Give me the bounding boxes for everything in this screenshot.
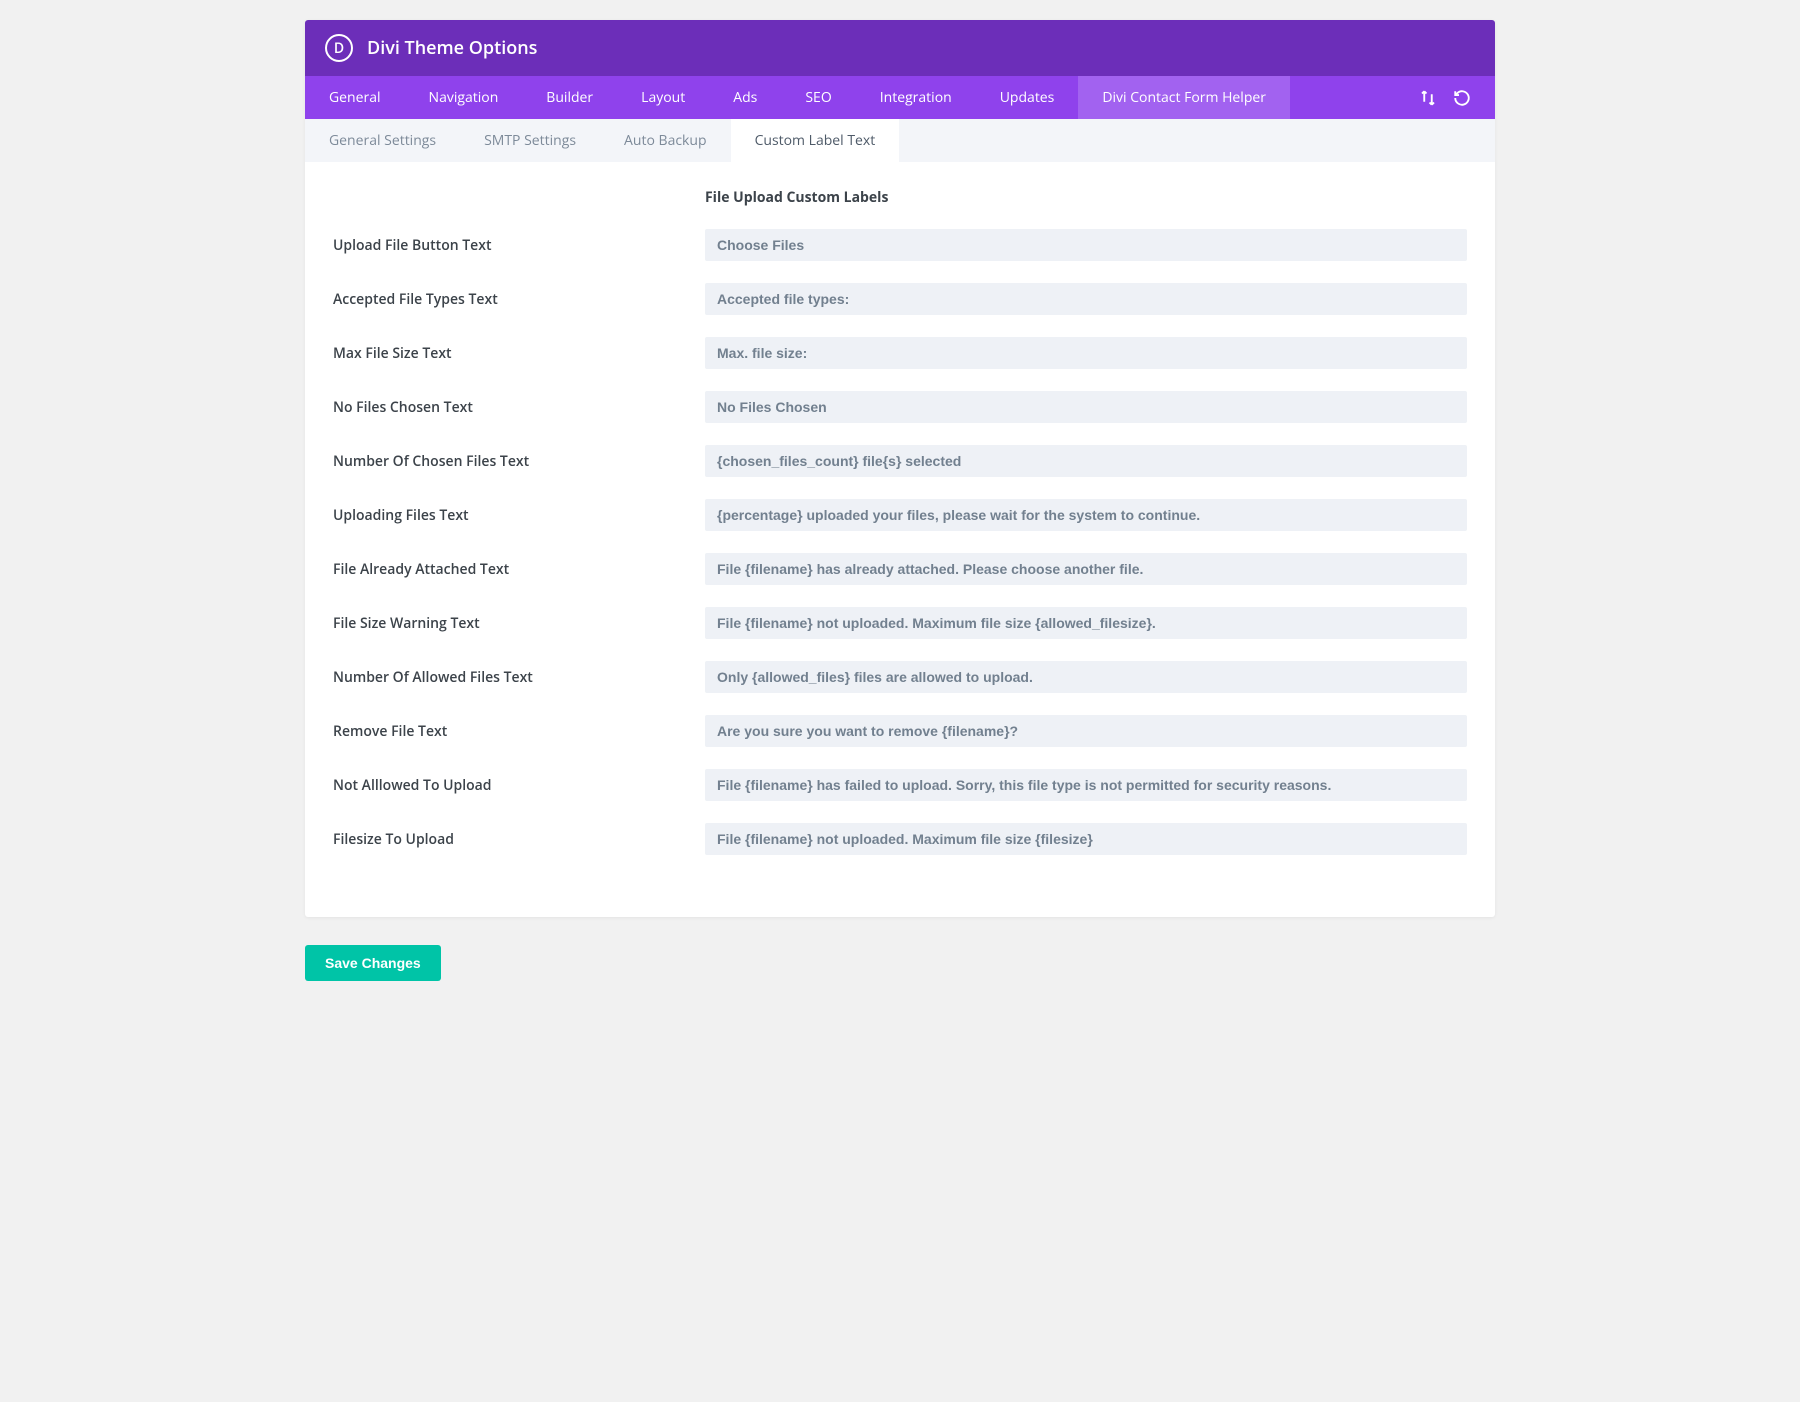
setting-input[interactable] (705, 607, 1467, 639)
setting-input[interactable] (705, 715, 1467, 747)
setting-row: No Files Chosen Text (333, 391, 1467, 423)
setting-row: Accepted File Types Text (333, 283, 1467, 315)
options-panel: D Divi Theme Options GeneralNavigationBu… (305, 20, 1495, 917)
setting-row: Upload File Button Text (333, 229, 1467, 261)
section-title: File Upload Custom Labels (705, 188, 1467, 207)
subnav-tab-smtp-settings[interactable]: SMTP Settings (460, 119, 600, 162)
save-button[interactable]: Save Changes (305, 945, 441, 981)
nav-tab-general[interactable]: General (305, 76, 405, 119)
subnav-tab-general-settings[interactable]: General Settings (305, 119, 460, 162)
setting-input[interactable] (705, 661, 1467, 693)
setting-label: Uploading Files Text (333, 506, 705, 525)
setting-row: File Size Warning Text (333, 607, 1467, 639)
setting-row: Not Alllowed To Upload (333, 769, 1467, 801)
setting-label: Max File Size Text (333, 344, 705, 363)
panel-header: D Divi Theme Options (305, 20, 1495, 76)
setting-input[interactable] (705, 553, 1467, 585)
setting-label: No Files Chosen Text (333, 398, 705, 417)
panel-title: Divi Theme Options (367, 36, 537, 60)
setting-label: Not Alllowed To Upload (333, 776, 705, 795)
nav-tab-seo[interactable]: SEO (781, 76, 855, 119)
setting-row: Remove File Text (333, 715, 1467, 747)
setting-row: Max File Size Text (333, 337, 1467, 369)
primary-nav: GeneralNavigationBuilderLayoutAdsSEOInte… (305, 76, 1495, 119)
nav-tab-navigation[interactable]: Navigation (405, 76, 523, 119)
setting-label: Number Of Chosen Files Text (333, 452, 705, 471)
setting-label: Number Of Allowed Files Text (333, 668, 705, 687)
setting-label: Remove File Text (333, 722, 705, 741)
sort-icon[interactable] (1411, 79, 1445, 117)
content-area: File Upload Custom Labels Upload File Bu… (305, 162, 1495, 917)
setting-input[interactable] (705, 769, 1467, 801)
setting-label: File Size Warning Text (333, 614, 705, 633)
nav-tab-layout[interactable]: Layout (617, 76, 709, 119)
secondary-nav: General SettingsSMTP SettingsAuto Backup… (305, 119, 1495, 162)
setting-input[interactable] (705, 337, 1467, 369)
setting-input[interactable] (705, 283, 1467, 315)
setting-row: File Already Attached Text (333, 553, 1467, 585)
setting-row: Number Of Chosen Files Text (333, 445, 1467, 477)
nav-tab-builder[interactable]: Builder (522, 76, 617, 119)
setting-label: Upload File Button Text (333, 236, 705, 255)
nav-tab-integration[interactable]: Integration (856, 76, 976, 119)
setting-input[interactable] (705, 391, 1467, 423)
setting-input[interactable] (705, 499, 1467, 531)
setting-label: File Already Attached Text (333, 560, 705, 579)
nav-tab-updates[interactable]: Updates (976, 76, 1079, 119)
divi-logo-icon: D (325, 34, 353, 62)
setting-input[interactable] (705, 445, 1467, 477)
setting-label: Accepted File Types Text (333, 290, 705, 309)
setting-input[interactable] (705, 823, 1467, 855)
subnav-tab-custom-label-text[interactable]: Custom Label Text (731, 119, 900, 162)
nav-tab-ads[interactable]: Ads (709, 76, 781, 119)
subnav-tab-auto-backup[interactable]: Auto Backup (600, 119, 731, 162)
nav-tab-divi-contact-form-helper[interactable]: Divi Contact Form Helper (1078, 76, 1290, 119)
setting-input[interactable] (705, 229, 1467, 261)
setting-label: Filesize To Upload (333, 830, 705, 849)
setting-row: Filesize To Upload (333, 823, 1467, 855)
reset-icon[interactable] (1445, 79, 1479, 117)
setting-row: Uploading Files Text (333, 499, 1467, 531)
setting-row: Number Of Allowed Files Text (333, 661, 1467, 693)
